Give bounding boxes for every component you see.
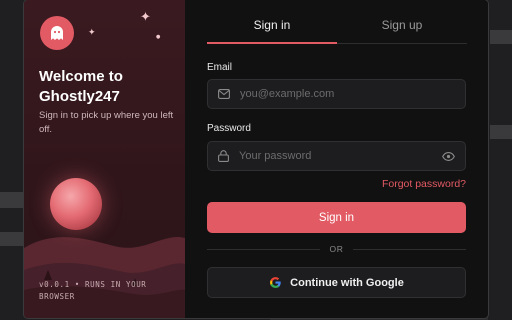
ghost-icon xyxy=(40,16,74,50)
email-input[interactable] xyxy=(240,88,455,100)
email-label: Email xyxy=(207,62,233,73)
sparkle-icon: ● xyxy=(156,34,161,40)
sparkle-icon: ✦ xyxy=(140,10,151,25)
google-button-label: Continue with Google xyxy=(290,276,404,289)
tab-sign-in[interactable]: Sign in xyxy=(207,18,337,44)
divider-line xyxy=(353,248,467,250)
form-panel: Sign in Sign up Email Password Forgot pa… xyxy=(185,0,488,318)
or-divider: OR xyxy=(207,244,467,254)
version-note: v0.0.1 • RUNS IN YOUR BROWSER xyxy=(39,280,147,301)
welcome-subtitle: Sign in to pick up where you left off. xyxy=(39,110,174,135)
google-icon xyxy=(269,276,282,289)
lock-icon xyxy=(218,150,229,162)
forgot-password-link[interactable]: Forgot password? xyxy=(375,178,466,190)
welcome-title: Welcome to Ghostly247 xyxy=(39,68,123,105)
password-label: Password xyxy=(207,123,251,134)
email-field xyxy=(207,79,466,109)
mail-icon xyxy=(218,89,230,99)
backdrop-fragment xyxy=(0,232,24,246)
backdrop-fragment xyxy=(0,192,24,208)
divider-line xyxy=(207,248,320,250)
glowing-orb xyxy=(50,178,102,230)
eye-icon[interactable] xyxy=(442,151,455,161)
sign-in-button[interactable]: Sign in xyxy=(207,202,466,233)
sparkle-icon: ✦ xyxy=(88,28,96,38)
tab-sign-up[interactable]: Sign up xyxy=(337,18,467,44)
password-field xyxy=(207,141,466,171)
brand-panel: ✦ ✦ ● Welcome to Ghostly247 Sign in to p… xyxy=(24,0,185,318)
or-label: OR xyxy=(329,244,344,254)
backdrop-fragment xyxy=(490,125,512,139)
continue-with-google-button[interactable]: Continue with Google xyxy=(207,267,466,298)
auth-modal: ✦ ✦ ● Welcome to Ghostly247 Sign in to p… xyxy=(24,0,488,318)
backdrop-fragment xyxy=(490,30,512,44)
password-input[interactable] xyxy=(239,150,442,162)
